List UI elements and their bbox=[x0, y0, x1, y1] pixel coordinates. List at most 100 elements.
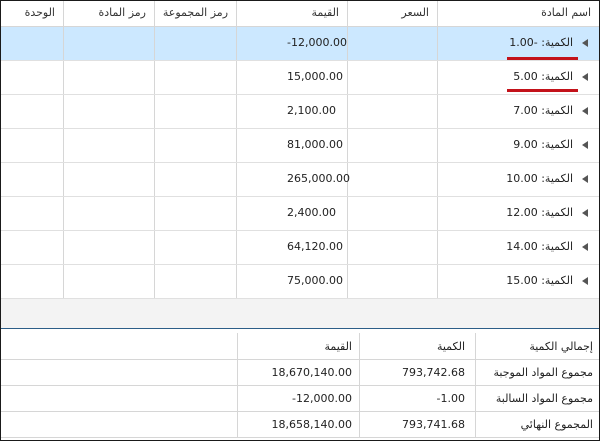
group-code-cell[interactable] bbox=[154, 163, 236, 196]
unit-cell[interactable] bbox=[1, 27, 63, 60]
quantity-label: الكمية: 15.00 bbox=[506, 274, 573, 287]
value-cell[interactable]: 265,000.00 bbox=[236, 163, 350, 196]
items-table: اسم المادة السعر القيمة رمز المجموعة رمز… bbox=[1, 1, 599, 299]
price-cell[interactable] bbox=[347, 231, 437, 264]
unit-cell[interactable] bbox=[1, 129, 63, 162]
expand-arrow-icon[interactable] bbox=[582, 209, 588, 217]
unit-cell[interactable] bbox=[1, 197, 63, 230]
items-grid: اسم المادة السعر القيمة رمز المجموعة رمز… bbox=[1, 1, 599, 328]
price-cell[interactable] bbox=[347, 163, 437, 196]
value-text: 75,000.00 bbox=[287, 274, 343, 287]
header-item-name[interactable]: اسم المادة bbox=[437, 1, 599, 26]
item-name-cell[interactable]: الكمية: 14.00 bbox=[437, 231, 599, 264]
table-row[interactable]: الكمية: 15.00 75,000.00 bbox=[1, 265, 599, 299]
value-cell[interactable]: -12,000.00 bbox=[236, 27, 347, 60]
item-code-cell[interactable] bbox=[63, 197, 154, 230]
header-item-code[interactable]: رمز المادة bbox=[63, 1, 154, 26]
price-cell[interactable] bbox=[347, 27, 437, 60]
summary-table: إجمالي الكمية الكمية القيمة مجموع المواد… bbox=[1, 333, 599, 438]
value-cell[interactable]: 64,120.00 bbox=[236, 231, 347, 264]
summary-label-cell: مجموع المواد الموجبة bbox=[475, 360, 599, 385]
expand-arrow-icon[interactable] bbox=[582, 175, 588, 183]
summary-value-cell: -12,000.00 bbox=[237, 386, 359, 411]
summary-filler bbox=[1, 360, 237, 385]
summary-row: المجموع النهائي 793,741.68 18,658,140.00 bbox=[1, 412, 599, 438]
group-code-cell[interactable] bbox=[154, 27, 236, 60]
table-row[interactable]: الكمية: 10.00 265,000.00 bbox=[1, 163, 599, 197]
annotation-underline-2 bbox=[507, 89, 578, 92]
unit-cell[interactable] bbox=[1, 95, 63, 128]
price-cell[interactable] bbox=[347, 129, 437, 162]
group-code-cell[interactable] bbox=[154, 129, 236, 162]
unit-cell[interactable] bbox=[1, 163, 63, 196]
group-code-cell[interactable] bbox=[154, 61, 236, 94]
table-row[interactable]: الكمية: 9.00 81,000.00 bbox=[1, 129, 599, 163]
table-row[interactable]: الكمية: -1.00 -12,000.00 bbox=[1, 27, 599, 61]
table-row[interactable]: الكمية: 7.00 2,100.00 bbox=[1, 95, 599, 129]
summary-quantity-cell: 793,741.68 bbox=[359, 412, 475, 437]
summary-filler bbox=[1, 386, 237, 411]
unit-cell[interactable] bbox=[1, 265, 63, 298]
item-code-cell[interactable] bbox=[63, 163, 154, 196]
summary-header-label: إجمالي الكمية bbox=[475, 333, 599, 359]
value-text: 15,000.00 bbox=[287, 70, 343, 83]
item-name-cell[interactable]: الكمية: 15.00 bbox=[437, 265, 599, 298]
value-text: 265,000.00 bbox=[287, 172, 350, 185]
item-name-cell[interactable]: الكمية: 9.00 bbox=[437, 129, 599, 162]
price-cell[interactable] bbox=[347, 197, 437, 230]
table-row[interactable]: الكمية: 12.00 2,400.00 bbox=[1, 197, 599, 231]
summary-filler bbox=[1, 333, 237, 359]
summary-header-value: القيمة bbox=[237, 333, 359, 359]
quantity-label: الكمية: 12.00 bbox=[506, 206, 573, 219]
price-cell[interactable] bbox=[347, 265, 437, 298]
item-name-cell[interactable]: الكمية: 10.00 bbox=[437, 163, 599, 196]
header-group-code[interactable]: رمز المجموعة bbox=[154, 1, 236, 26]
group-code-cell[interactable] bbox=[154, 197, 236, 230]
item-code-cell[interactable] bbox=[63, 231, 154, 264]
summary-row: مجموع المواد السالبة -1.00 -12,000.00 bbox=[1, 386, 599, 412]
item-code-cell[interactable] bbox=[63, 95, 154, 128]
unit-cell[interactable] bbox=[1, 61, 63, 94]
value-cell[interactable]: 81,000.00 bbox=[236, 129, 347, 162]
summary-header-row: إجمالي الكمية الكمية القيمة bbox=[1, 333, 599, 360]
item-code-cell[interactable] bbox=[63, 61, 154, 94]
summary-filler bbox=[1, 412, 237, 437]
quantity-label: الكمية: 14.00 bbox=[506, 240, 573, 253]
quantity-label: الكمية: 5.00 bbox=[513, 70, 573, 83]
value-cell[interactable]: 15,000.00 bbox=[236, 61, 347, 94]
value-text: 2,100.00 bbox=[287, 104, 336, 117]
summary-body: مجموع المواد الموجبة 793,742.68 18,670,140… bbox=[1, 360, 599, 438]
header-unit[interactable]: الوحدة bbox=[1, 1, 63, 26]
value-text: 64,120.00 bbox=[287, 240, 343, 253]
expand-arrow-icon[interactable] bbox=[582, 243, 588, 251]
group-code-cell[interactable] bbox=[154, 265, 236, 298]
summary-label-cell: مجموع المواد السالبة bbox=[475, 386, 599, 411]
item-code-cell[interactable] bbox=[63, 129, 154, 162]
price-cell[interactable] bbox=[347, 61, 437, 94]
expand-arrow-icon[interactable] bbox=[582, 141, 588, 149]
value-cell[interactable]: 2,100.00 bbox=[236, 95, 347, 128]
summary-quantity-cell: 793,742.68 bbox=[359, 360, 475, 385]
expand-arrow-icon[interactable] bbox=[582, 107, 588, 115]
item-name-cell[interactable]: الكمية: 7.00 bbox=[437, 95, 599, 128]
table-row[interactable]: الكمية: 14.00 64,120.00 bbox=[1, 231, 599, 265]
expand-arrow-icon[interactable] bbox=[582, 277, 588, 285]
item-code-cell[interactable] bbox=[63, 27, 154, 60]
item-name-cell[interactable]: الكمية: 12.00 bbox=[437, 197, 599, 230]
header-price[interactable]: السعر bbox=[347, 1, 437, 26]
expand-arrow-icon[interactable] bbox=[582, 73, 588, 81]
header-value[interactable]: القيمة bbox=[236, 1, 347, 26]
value-text: 81,000.00 bbox=[287, 138, 343, 151]
item-name-cell[interactable]: الكمية: -1.00 bbox=[437, 27, 599, 60]
quantity-label: الكمية: 9.00 bbox=[513, 138, 573, 151]
group-code-cell[interactable] bbox=[154, 95, 236, 128]
expand-arrow-icon[interactable] bbox=[582, 39, 588, 47]
item-code-cell[interactable] bbox=[63, 265, 154, 298]
value-cell[interactable]: 75,000.00 bbox=[236, 265, 347, 298]
quantity-label: الكمية: 10.00 bbox=[506, 172, 573, 185]
group-code-cell[interactable] bbox=[154, 231, 236, 264]
unit-cell[interactable] bbox=[1, 231, 63, 264]
price-cell[interactable] bbox=[347, 95, 437, 128]
summary-value-cell: 18,658,140.00 bbox=[237, 412, 359, 437]
value-cell[interactable]: 2,400.00 bbox=[236, 197, 347, 230]
